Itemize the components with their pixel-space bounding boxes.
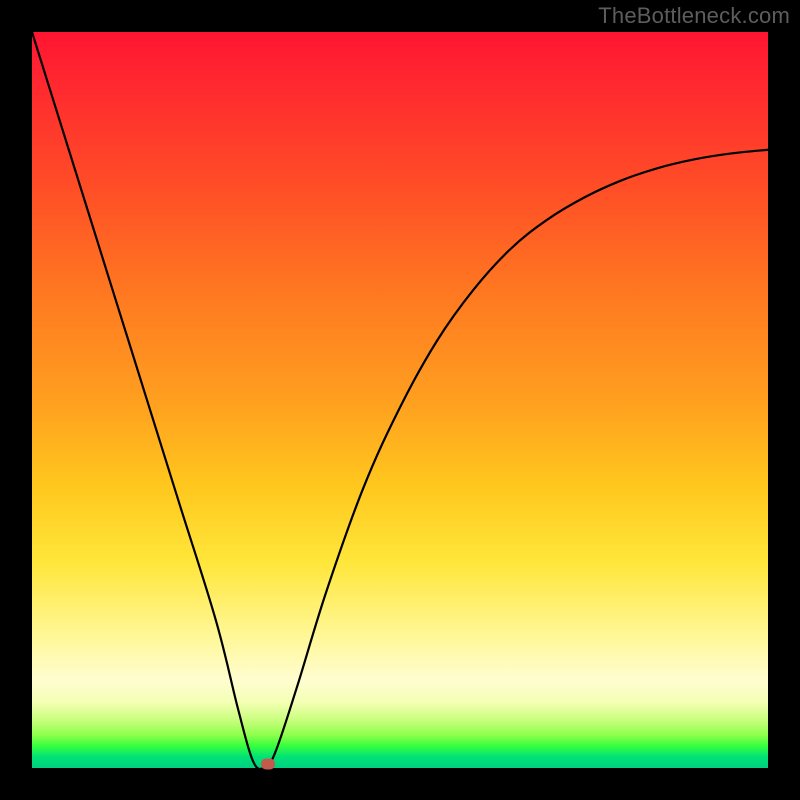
plot-area xyxy=(32,32,768,768)
optimal-point-marker xyxy=(261,759,275,770)
curve-svg xyxy=(32,32,768,768)
chart-frame: TheBottleneck.com xyxy=(0,0,800,800)
bottleneck-curve xyxy=(32,32,768,768)
watermark-text: TheBottleneck.com xyxy=(598,3,790,29)
